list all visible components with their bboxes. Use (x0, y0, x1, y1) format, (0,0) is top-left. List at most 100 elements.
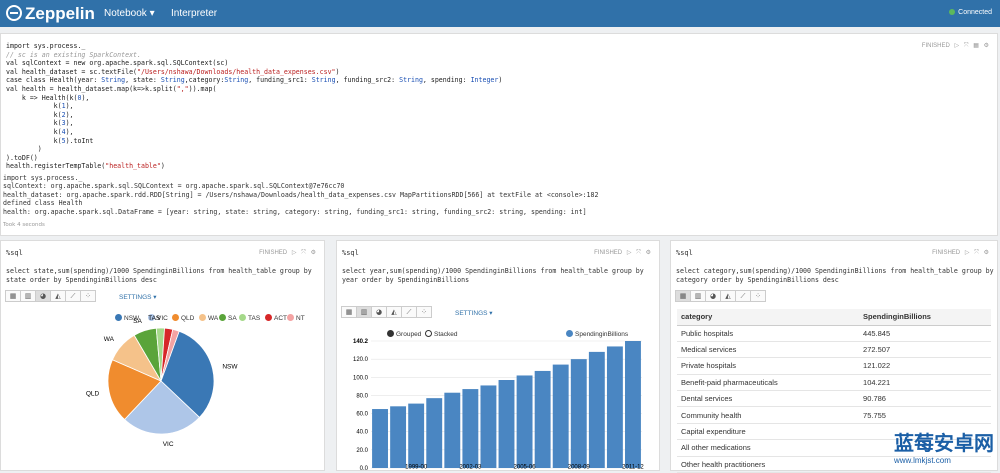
paragraph-controls: FINISHED ▷ ⤧ ▦ ⚙ (919, 42, 989, 50)
code-line: // sc is an existing SparkContext. (6, 51, 502, 60)
table-header-row: categorySpendinginBillions (677, 309, 991, 325)
table-cell: 90.786 (859, 391, 991, 407)
table-cell: Dental services (677, 391, 859, 407)
table-cell: Medical services (677, 341, 859, 357)
code-line: health.registerTempTable("health_table") (6, 162, 502, 171)
table-icon[interactable]: ▦ (973, 43, 979, 49)
bar-chart: 0.020.040.060.080.0100.0120.0140.21999-0… (337, 241, 661, 472)
bar-1999-00[interactable] (408, 404, 424, 468)
bar-2002-03[interactable] (462, 389, 478, 468)
code-line: val sqlContext = new org.apache.spark.sq… (6, 59, 502, 68)
gear-icon[interactable]: ⚙ (984, 43, 989, 49)
y-tick-label: 20.0 (356, 448, 368, 454)
connection-status: Connected (949, 9, 992, 16)
run-icon[interactable]: ▷ (965, 250, 970, 256)
expand-icon[interactable]: ⤧ (964, 43, 969, 49)
line-chart-icon[interactable]: ⟋ (735, 290, 751, 302)
bar-2000-01[interactable] (426, 398, 442, 468)
brand[interactable]: Zeppelin (6, 4, 95, 24)
pie-label-vic: VIC (163, 441, 174, 448)
pie-chart: NSW VIC QLD WA SA TAS (1, 241, 326, 472)
code-line: k(3), (6, 119, 502, 128)
sql-editor[interactable]: select category,sum(spending)/1000 Spend… (676, 267, 994, 284)
code-editor[interactable]: import sys.process._// sc is an existing… (6, 42, 502, 171)
bar-2011-12[interactable] (625, 341, 641, 468)
paragraph-controls: FINISHED ▷ ⤧ ⚙ (929, 249, 989, 257)
pie-label-sa: SA (133, 318, 142, 325)
output-line: import sys.process._ (3, 174, 598, 182)
bar-1997-98[interactable] (372, 409, 388, 468)
table-cell: 104.221 (859, 374, 991, 390)
code-line: ) (6, 145, 502, 154)
x-tick-label: 2011-12 (622, 465, 644, 471)
x-tick-label: 1999-00 (405, 465, 428, 471)
visualization-toolbar: ▦ ▥ ◕ ◭ ⟋ ⁘ (675, 290, 765, 302)
table-row: Medical services272.507 (677, 341, 991, 357)
bar-chart-icon[interactable]: ▥ (690, 290, 706, 302)
output-line: sqlContext: org.apache.spark.sql.SQLCont… (3, 182, 598, 190)
table-cell: 121.022 (859, 358, 991, 374)
scatter-chart-icon[interactable]: ⁘ (750, 290, 766, 302)
output-line: defined class Health (3, 199, 598, 207)
area-chart-icon[interactable]: ◭ (720, 290, 736, 302)
table-cell: Private hospitals (677, 358, 859, 374)
y-tick-label: 100.0 (353, 375, 369, 381)
status-label: Connected (958, 9, 992, 16)
code-line: k(1), (6, 102, 502, 111)
paragraph-status: FINISHED (932, 250, 960, 256)
table-cell: 272.507 (859, 341, 991, 357)
table-row: Public hospitals445.845 (677, 325, 991, 341)
pie-label-wa: WA (104, 336, 115, 343)
column-header[interactable]: SpendinginBillions (859, 309, 991, 325)
interpreter-link[interactable]: Interpreter (171, 8, 217, 19)
bar-2001-02[interactable] (444, 393, 460, 468)
run-icon[interactable]: ▷ (954, 43, 959, 49)
y-tick-label: 0.0 (360, 466, 369, 472)
bar-2003-04[interactable] (480, 385, 496, 468)
code-line: val health_dataset = sc.textFile("/Users… (6, 68, 502, 77)
code-line: val health = health_dataset.map(k=>k.spl… (6, 85, 502, 94)
execution-time: Took 4 seconds (3, 222, 45, 228)
table-view-icon[interactable]: ▦ (675, 290, 691, 302)
y-tick-label: 60.0 (356, 412, 368, 418)
paragraph-status: FINISHED (922, 43, 950, 49)
bar-2007-08[interactable] (553, 365, 569, 468)
watermark-title: 蓝莓安卓网 (894, 433, 994, 455)
table-row: Dental services90.786 (677, 391, 991, 407)
x-tick-label: 2005-06 (514, 465, 537, 471)
pie-label-tas: TAS (148, 315, 161, 322)
pie-chart-icon[interactable]: ◕ (705, 290, 721, 302)
watermark-url: www.lmkjst.com (894, 456, 994, 465)
zeppelin-logo-icon (6, 5, 22, 21)
bar-1998-99[interactable] (390, 406, 406, 468)
code-line: k(2), (6, 111, 502, 120)
code-line: k => Health(k(0), (6, 94, 502, 103)
paragraph-title: %sql (676, 249, 693, 257)
y-tick-label: 80.0 (356, 393, 368, 399)
table-cell: Benefit-paid pharmaceuticals (677, 374, 859, 390)
bar-2006-07[interactable] (535, 371, 551, 468)
pie-label-nsw: NSW (222, 364, 238, 371)
output-line: health_dataset: org.apache.spark.rdd.RDD… (3, 191, 598, 199)
y-tick-label: 140.2 (353, 339, 369, 345)
column-header[interactable]: category (677, 309, 859, 325)
status-dot-icon (949, 9, 955, 15)
output-line: health: org.apache.spark.sql.DataFrame =… (3, 208, 598, 216)
expand-icon[interactable]: ⤧ (974, 250, 979, 256)
bar-2010-11[interactable] (607, 346, 623, 468)
bar-2009-10[interactable] (589, 352, 605, 468)
bar-2008-09[interactable] (571, 359, 587, 468)
top-navbar: Zeppelin Notebook ▾ Interpreter Connecte… (0, 0, 1000, 27)
pie-label-qld: QLD (86, 391, 100, 398)
watermark-logo: 蓝莓安卓网 www.lmkjst.com (894, 427, 994, 465)
table-cell: 445.845 (859, 325, 991, 341)
table-cell: Capital expenditure (677, 423, 859, 439)
table-cell: All other medications (677, 440, 859, 456)
y-tick-label: 40.0 (356, 430, 368, 436)
paragraph-output: import sys.process._sqlContext: org.apac… (3, 174, 598, 216)
notebook-menu[interactable]: Notebook ▾ (104, 8, 155, 19)
bar-2004-05[interactable] (499, 380, 515, 468)
bar-2005-06[interactable] (517, 375, 533, 468)
table-row: Community health75.755 (677, 407, 991, 423)
gear-icon[interactable]: ⚙ (984, 250, 989, 256)
